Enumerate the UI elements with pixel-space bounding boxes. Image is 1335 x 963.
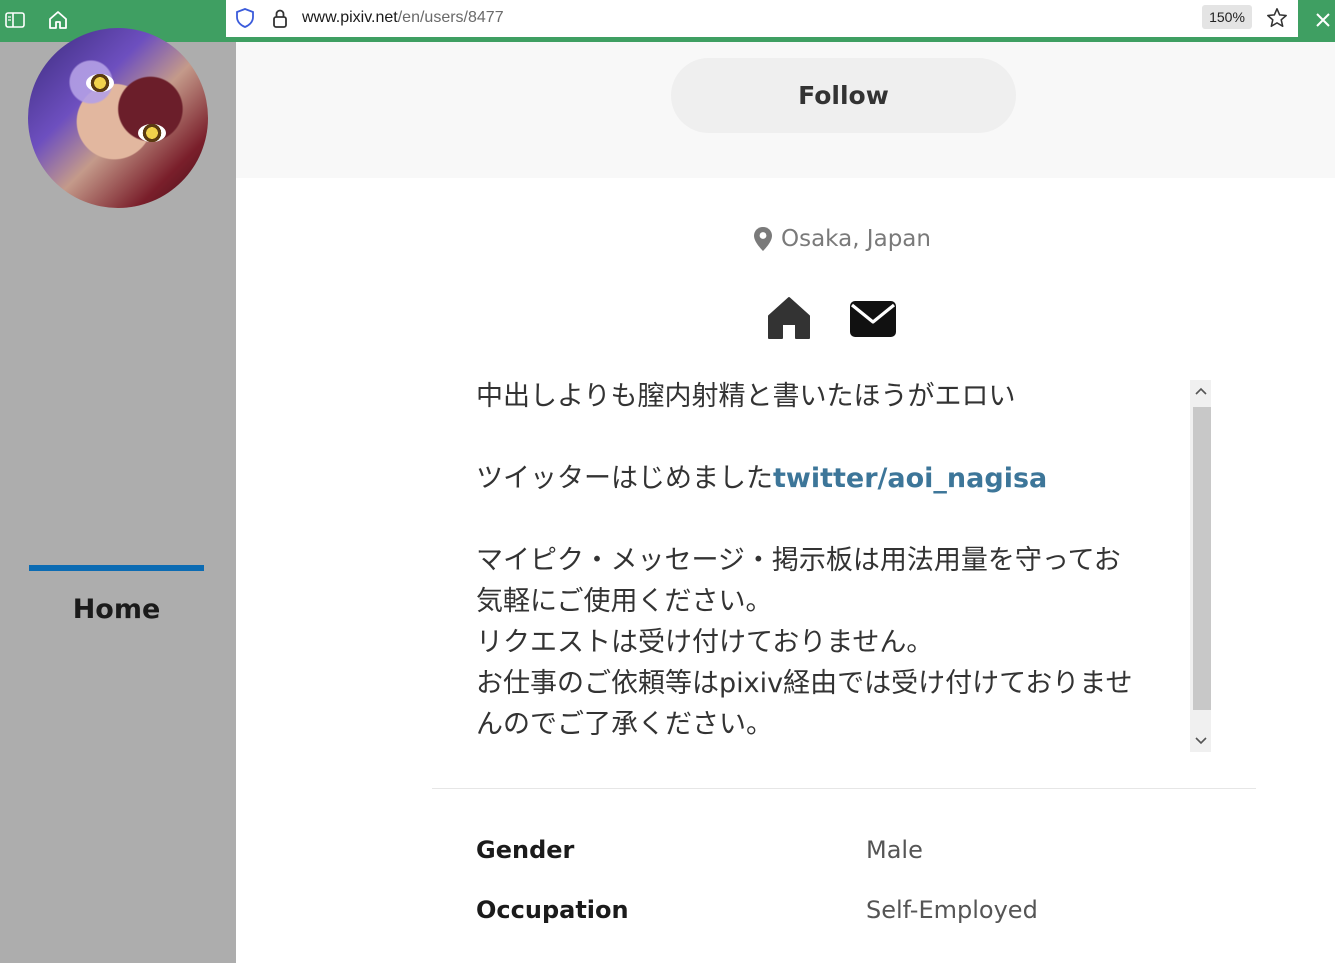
detail-label-occupation: Occupation <box>476 896 629 924</box>
divider <box>432 788 1256 789</box>
detail-value-occupation: Self-Employed <box>866 896 1038 924</box>
location-text: Osaka, Japan <box>781 226 931 252</box>
shield-icon[interactable] <box>233 6 257 30</box>
avatar-image-detail <box>138 124 166 142</box>
detail-value-gender: Male <box>866 836 923 864</box>
scroll-up-icon[interactable] <box>1190 380 1211 402</box>
profile-bio: 中出しよりも膣内射精と書いたほうがエロい ツイッターはじめましたtwitter/… <box>476 376 1188 748</box>
browser-home-icon[interactable] <box>45 7 71 33</box>
mail-icon[interactable] <box>849 300 897 338</box>
bio-line: お仕事のご依頼等はpixiv経由では受け付けておりませ <box>476 668 1133 699</box>
bio-line: マイピク・メッセージ・掲示板は用法用量を守ってお <box>476 545 1121 576</box>
bio-line: ツイッターはじめましたtwitter/aoi_nagisa <box>476 463 1048 494</box>
bio-scrollbar[interactable] <box>1190 380 1211 752</box>
twitter-link[interactable]: twitter/aoi_nagisa <box>773 463 1047 494</box>
address-bar[interactable]: www.pixiv.net/en/users/8477 150% <box>226 0 1298 41</box>
avatar[interactable] <box>28 28 208 208</box>
home-icon[interactable] <box>765 296 813 340</box>
bookmark-star-icon[interactable] <box>1265 6 1289 30</box>
nav-item-home[interactable]: Home <box>29 594 204 625</box>
detail-label-gender: Gender <box>476 836 575 864</box>
browser-toolbar: www.pixiv.net/en/users/8477 150% <box>0 0 1335 42</box>
scroll-down-icon[interactable] <box>1190 730 1211 752</box>
zoom-level[interactable]: 150% <box>1202 5 1252 29</box>
location: Osaka, Japan <box>753 223 931 255</box>
bio-line: リクエストは受け付けておりません。 <box>476 627 934 658</box>
url-text[interactable]: www.pixiv.net/en/users/8477 <box>302 9 504 27</box>
scrollbar-thumb[interactable] <box>1193 407 1211 710</box>
bio-line: 中出しよりも膣内射精と書いたほうがエロい <box>476 381 1016 412</box>
follow-button[interactable]: Follow <box>671 58 1016 133</box>
bio-line: 気軽にご使用ください。 <box>476 586 773 617</box>
sidebar: Home <box>0 28 236 963</box>
sidebar-toggle-icon[interactable] <box>2 7 28 33</box>
lock-icon[interactable] <box>268 6 292 30</box>
nav-active-indicator <box>29 565 204 571</box>
close-icon[interactable] <box>1310 7 1335 33</box>
avatar-image-detail <box>86 74 114 92</box>
bio-line: んのでご了承ください。 <box>476 709 773 740</box>
location-pin-icon <box>754 227 772 251</box>
